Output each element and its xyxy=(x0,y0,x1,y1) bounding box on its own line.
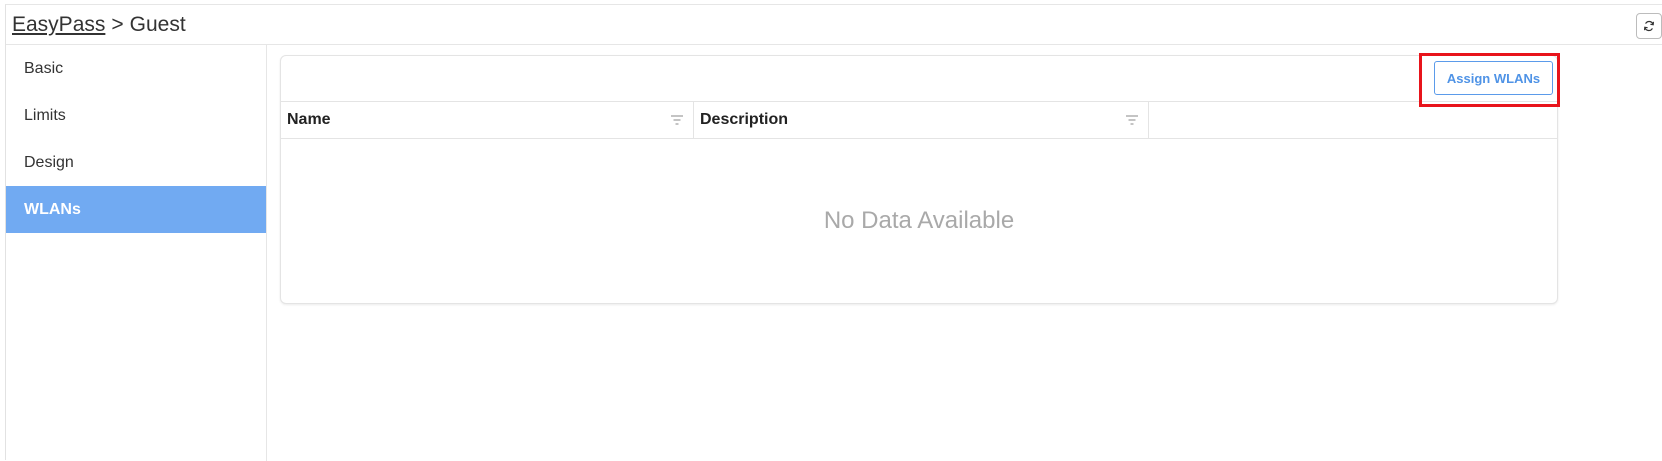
wlans-panel: Assign WLANs Name Description No Data Av… xyxy=(280,55,1558,304)
sidebar-item-limits[interactable]: Limits xyxy=(6,92,266,139)
sidebar-item-basic[interactable]: Basic xyxy=(6,45,266,92)
sidebar: Basic Limits Design WLANs xyxy=(6,45,267,461)
column-header-actions xyxy=(1149,102,1557,138)
breadcrumb-separator: > xyxy=(111,12,124,36)
main-frame: EasyPass > Guest Basic Limits Design WLA… xyxy=(5,4,1662,461)
sidebar-item-wlans[interactable]: WLANs xyxy=(6,186,266,233)
header-bar: EasyPass > Guest xyxy=(6,5,1662,45)
refresh-button[interactable] xyxy=(1636,13,1662,39)
column-header-description[interactable]: Description xyxy=(694,102,1149,138)
empty-state-text: No Data Available xyxy=(823,207,1015,234)
assign-wlans-button[interactable]: Assign WLANs xyxy=(1434,61,1553,95)
breadcrumb: EasyPass > Guest xyxy=(12,13,186,37)
sidebar-item-design[interactable]: Design xyxy=(6,139,266,186)
panel-toolbar: Assign WLANs xyxy=(281,56,1557,102)
sidebar-item-label: Basic xyxy=(24,59,64,77)
column-header-label: Name xyxy=(287,111,331,128)
breadcrumb-easypass-link[interactable]: EasyPass xyxy=(12,13,105,37)
column-header-label: Description xyxy=(700,111,789,128)
column-header-name[interactable]: Name xyxy=(281,102,694,138)
filter-icon[interactable] xyxy=(671,115,683,125)
sidebar-item-label: WLANs xyxy=(24,200,81,218)
breadcrumb-current: Guest xyxy=(129,12,186,36)
table-header: Name Description xyxy=(281,102,1557,139)
sidebar-item-label: Limits xyxy=(24,106,66,124)
filter-icon[interactable] xyxy=(1126,115,1138,125)
refresh-icon xyxy=(1644,20,1654,32)
sidebar-item-label: Design xyxy=(24,153,74,171)
